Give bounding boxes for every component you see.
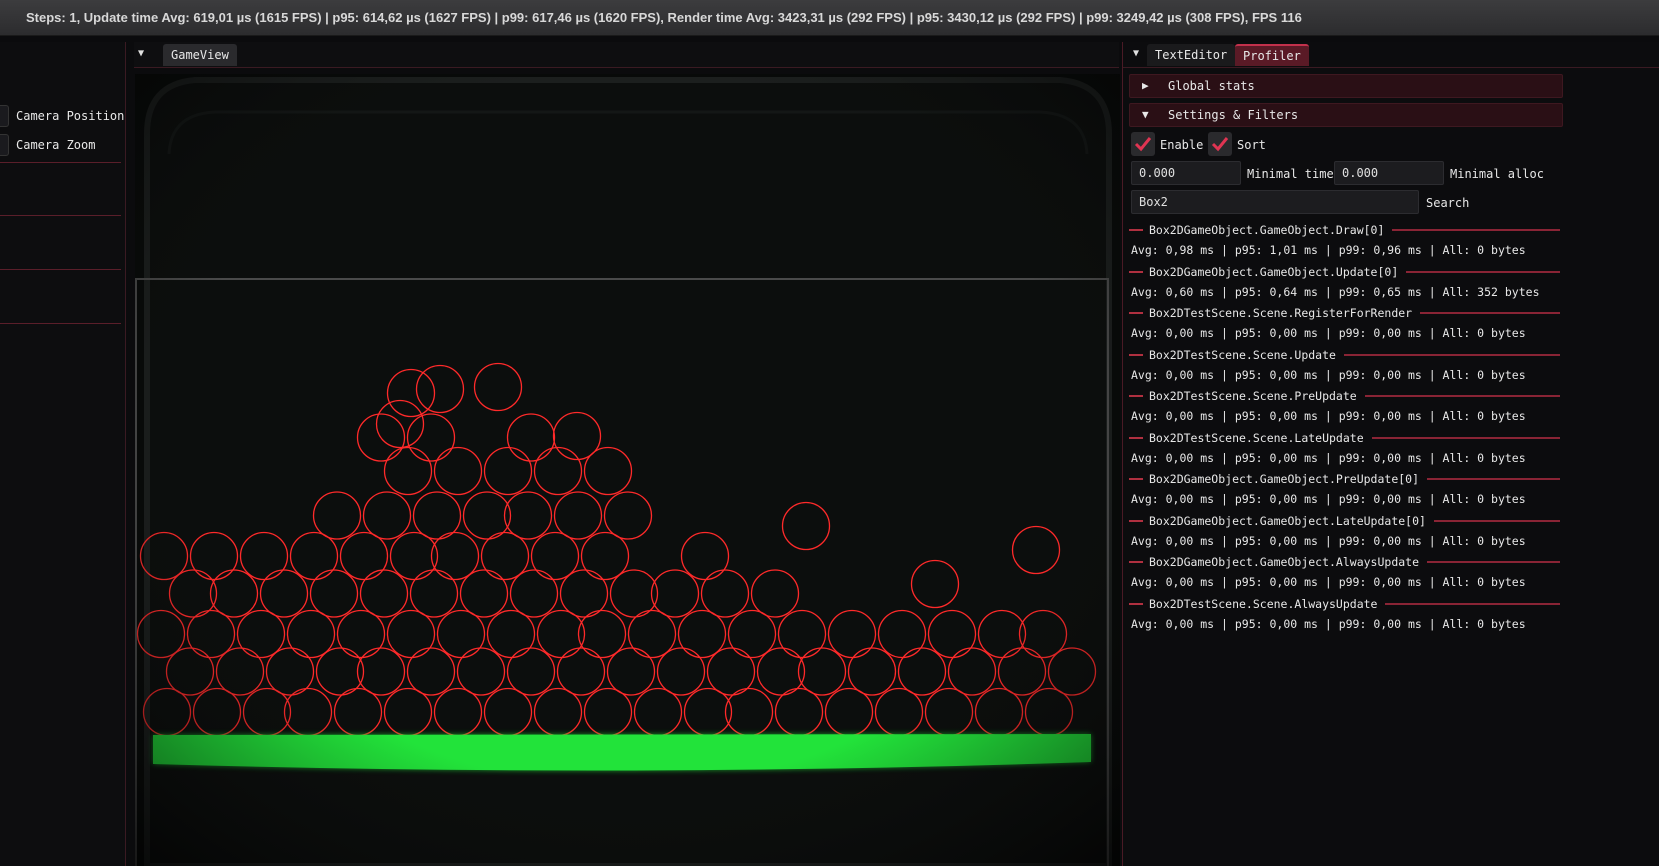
entry-name: Box2DGameObject.GameObject.Draw[0] — [1149, 223, 1385, 237]
profiler-entry-stats: Avg: 0,00 ms | p95: 0,00 ms | p99: 0,00 … — [1131, 616, 1526, 631]
entry-dash — [1129, 478, 1143, 480]
vignette — [135, 74, 1120, 866]
tab-gameview[interactable]: GameView — [163, 44, 237, 66]
expanded-arrow-icon: ▼ — [1142, 108, 1149, 121]
camera-position-label: Camera Position — [16, 109, 125, 123]
entry-dash — [1129, 270, 1143, 273]
tab-texteditor[interactable]: TextEditor — [1147, 44, 1236, 66]
entry-line — [1433, 519, 1560, 522]
profiler-entry-header[interactable]: Box2DGameObject.GameObject.LateUpdate[0] — [1129, 511, 1560, 531]
minimal-time-label: Minimal time — [1247, 167, 1334, 181]
profiler-entry-stats: Avg: 0,98 ms | p95: 1,01 ms | p99: 0,96 … — [1131, 243, 1526, 257]
collapsed-arrow-icon: ▶ — [1142, 79, 1149, 92]
camera-zoom-label: Camera Zoom — [16, 138, 96, 152]
profiler-entry-stats: Avg: 0,00 ms | p95: 0,00 ms | p99: 0,00 … — [1131, 533, 1526, 548]
profiler-entry-header[interactable]: Box2DGameObject.GameObject.Update[0] — [1129, 262, 1560, 282]
global-stats-label: Global stats — [1168, 79, 1255, 93]
settings-filters-label: Settings & Filters — [1168, 108, 1299, 122]
profiler-entry-stats: Avg: 0,00 ms | p95: 0,00 ms | p99: 0,00 … — [1131, 492, 1526, 506]
enable-checkbox[interactable] — [1131, 132, 1155, 156]
entry-line — [1427, 561, 1560, 563]
settings-filters-header[interactable]: ▼ Settings & Filters — [1129, 103, 1563, 127]
profiler-entry-header[interactable]: Box2DTestScene.Scene.PreUpdate — [1129, 386, 1560, 406]
profiler-entry-stats: Avg: 0,00 ms | p95: 0,00 ms | p99: 0,00 … — [1131, 575, 1526, 589]
entry-dash — [1129, 436, 1143, 439]
window-menu-arrow-icon[interactable]: ▼ — [1125, 42, 1147, 66]
minimal-alloc-input[interactable]: 0.000 — [1334, 161, 1444, 185]
minimal-alloc-label: Minimal alloc — [1450, 167, 1544, 181]
entry-line — [1364, 395, 1560, 397]
camera-position-row[interactable]: Camera Position — [0, 105, 124, 127]
entry-name: Box2DTestScene.Scene.PreUpdate — [1149, 389, 1357, 403]
profiler-entry-header[interactable]: Box2DGameObject.GameObject.AlwaysUpdate — [1129, 552, 1560, 572]
entry-dash — [1129, 602, 1143, 605]
checkmark-icon — [1134, 137, 1152, 152]
entry-line — [1427, 478, 1560, 480]
profiler-entry-header[interactable]: Box2DGameObject.GameObject.PreUpdate[0] — [1129, 469, 1560, 489]
profiler-panel: ▼ TextEditor Profiler ▶ Global stats ▼ S… — [1122, 42, 1659, 866]
separator — [0, 323, 121, 324]
profiler-entry-header[interactable]: Box2DTestScene.Scene.LateUpdate — [1129, 428, 1560, 448]
entry-name: Box2DGameObject.GameObject.PreUpdate[0] — [1149, 472, 1420, 486]
window-title-stats: Steps: 1, Update time Avg: 619,01 µs (16… — [0, 0, 1659, 36]
profiler-entry-header[interactable]: Box2DTestScene.Scene.Update — [1129, 345, 1560, 365]
separator — [0, 215, 121, 216]
entry-line — [1392, 229, 1560, 231]
profiler-entry-header[interactable]: Box2DTestScene.Scene.AlwaysUpdate — [1129, 594, 1560, 614]
minimal-time-input[interactable]: 0.000 — [1131, 161, 1241, 185]
entry-name: Box2DTestScene.Scene.RegisterForRender — [1149, 306, 1413, 320]
camera-zoom-row[interactable]: Camera Zoom — [0, 134, 95, 156]
entry-dash — [1129, 312, 1143, 314]
entry-name: Box2DTestScene.Scene.Update — [1149, 347, 1336, 362]
search-label: Search — [1426, 196, 1470, 210]
entry-name: Box2DGameObject.GameObject.LateUpdate[0] — [1149, 513, 1426, 528]
search-input[interactable]: Box2 — [1131, 190, 1419, 214]
profiler-entry-stats: Avg: 0,00 ms | p95: 0,00 ms | p99: 0,00 … — [1131, 450, 1526, 465]
game-canvas — [135, 74, 1120, 866]
window-menu-arrow-icon[interactable]: ▼ — [130, 42, 152, 66]
entry-dash — [1129, 395, 1143, 397]
entry-name: Box2DTestScene.Scene.LateUpdate — [1149, 430, 1364, 445]
entry-dash — [1129, 519, 1143, 522]
camera-zoom-input[interactable] — [0, 134, 9, 156]
entry-line — [1343, 353, 1560, 356]
sort-label: Sort — [1237, 138, 1266, 152]
entry-line — [1385, 602, 1560, 605]
tab-profiler[interactable]: Profiler — [1235, 44, 1309, 66]
profiler-entry-stats: Avg: 0,60 ms | p95: 0,64 ms | p99: 0,65 … — [1131, 284, 1540, 299]
global-stats-header[interactable]: ▶ Global stats — [1129, 74, 1563, 98]
profiler-entries-list: Box2DGameObject.GameObject.Draw[0] Avg: 0… — [1129, 220, 1560, 635]
checkmark-icon — [1211, 137, 1229, 152]
entry-dash — [1129, 353, 1143, 356]
entry-line — [1371, 436, 1560, 439]
camera-position-input[interactable] — [0, 105, 9, 127]
separator — [0, 162, 121, 163]
entry-dash — [1129, 229, 1143, 231]
separator — [0, 269, 121, 270]
entry-dash — [1129, 561, 1143, 563]
entry-name: Box2DGameObject.GameObject.AlwaysUpdate — [1149, 555, 1420, 569]
profiler-entry-stats: Avg: 0,00 ms | p95: 0,00 ms | p99: 0,00 … — [1131, 326, 1526, 340]
sort-checkbox[interactable] — [1208, 132, 1232, 156]
profiler-entry-stats: Avg: 0,00 ms | p95: 0,00 ms | p99: 0,00 … — [1131, 367, 1526, 382]
entry-line — [1406, 270, 1560, 273]
profiler-entry-header[interactable]: Box2DGameObject.GameObject.Draw[0] — [1129, 220, 1560, 240]
entry-name: Box2DGameObject.GameObject.Update[0] — [1149, 264, 1399, 279]
gameview-tabbar — [134, 42, 1119, 68]
profiler-entry-header[interactable]: Box2DTestScene.Scene.RegisterForRender — [1129, 303, 1560, 323]
profiler-entry-stats: Avg: 0,00 ms | p95: 0,00 ms | p99: 0,00 … — [1131, 409, 1526, 423]
game-viewport[interactable] — [135, 74, 1120, 866]
enable-label: Enable — [1160, 138, 1204, 152]
entry-name: Box2DTestScene.Scene.AlwaysUpdate — [1149, 596, 1378, 611]
inspector-panel: Camera Position Camera Zoom — [0, 42, 126, 866]
entry-line — [1420, 312, 1560, 314]
